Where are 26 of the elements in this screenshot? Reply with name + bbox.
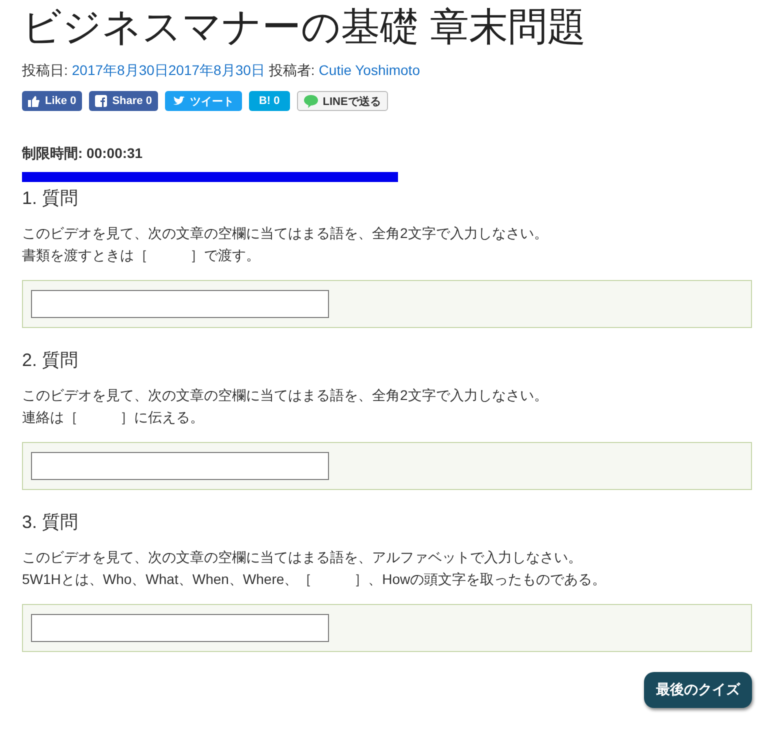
date-label: 投稿日:	[22, 62, 68, 80]
share-button[interactable]: Share 0	[89, 91, 158, 111]
next-quiz-button[interactable]: 最後のクイズ	[644, 672, 752, 708]
speech-bubble-icon	[304, 94, 318, 108]
author-link[interactable]: Cutie Yoshimoto	[318, 62, 420, 80]
date-link[interactable]: 2017年8月30日2017年8月30日	[72, 62, 265, 80]
page-title: ビジネスマナーの基礎 章末問題	[22, 5, 587, 51]
author-label: 投稿者:	[268, 62, 315, 80]
answer-field[interactable]	[31, 452, 329, 480]
like-button[interactable]: Like 0	[22, 91, 82, 111]
answer-field[interactable]	[31, 614, 329, 642]
question-title: 1. 質問	[22, 187, 80, 210]
question-text: 書類を渡すときは［ ］で渡す。	[22, 246, 261, 265]
thumbs-up-icon	[28, 96, 40, 106]
question-text: このビデオを見て、次の文章の空欄に当てはまる語を、全角2文字で入力しなさい。	[22, 224, 549, 243]
answer-field[interactable]	[31, 290, 329, 318]
timer-label: 制限時間: 00:00:31	[22, 145, 144, 163]
question-title: 3. 質問	[22, 511, 80, 534]
question-text: 5W1Hとは、Who、What、When、Where、［ ］、Howの頭文字を取ったものである。	[22, 570, 608, 589]
bird-icon	[172, 96, 185, 106]
question-text: 連絡は［ ］に伝える。	[22, 408, 205, 427]
question-title: 2. 質問	[22, 349, 80, 372]
facebook-icon	[95, 95, 108, 107]
question-text: このビデオを見て、次の文章の空欄に当てはまる語を、アルファベットで入力しなさい。	[22, 548, 583, 567]
question-text: このビデオを見て、次の文章の空欄に当てはまる語を、全角2文字で入力しなさい。	[22, 386, 549, 405]
line-button[interactable]: LINEで送る	[296, 91, 388, 111]
